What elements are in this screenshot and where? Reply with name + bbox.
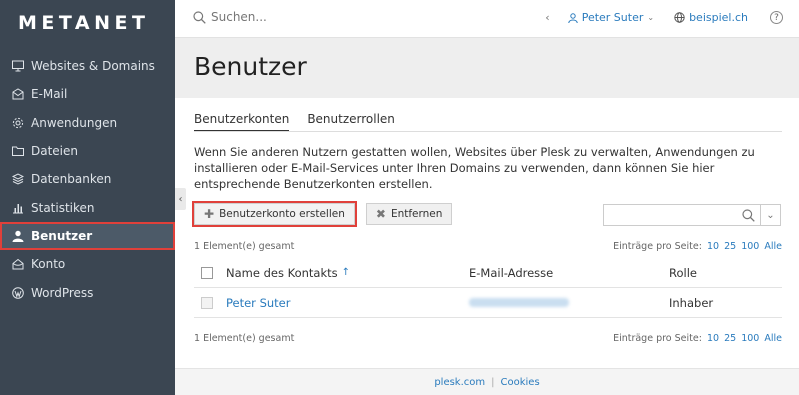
per-page-all[interactable]: Alle [764, 241, 782, 252]
sidebar-item-benutzer[interactable]: Benutzer [0, 221, 175, 251]
sidebar-item-label: Datenbanken [31, 172, 112, 187]
global-search[interactable]: Suchen... [193, 10, 267, 24]
sidebar: METANET Websites & Domains E-Mail Anwend… [0, 0, 175, 395]
per-page-label: Einträge pro Seite: [613, 241, 702, 252]
chevron-down-icon: ⌄ [766, 209, 775, 221]
per-page-100[interactable]: 100 [741, 241, 759, 252]
search-icon [193, 10, 206, 24]
per-page-100[interactable]: 100 [741, 333, 759, 344]
sidebar-item-label: E-Mail [31, 87, 68, 102]
per-page-10[interactable]: 10 [707, 333, 719, 344]
per-page-25[interactable]: 25 [724, 333, 736, 344]
tabs-divider [194, 131, 782, 132]
table-row: Peter Suter Inhaber [194, 288, 782, 318]
search-options-dropdown[interactable]: ⌄ [761, 204, 781, 226]
back-chevron-icon[interactable]: ‹ [545, 11, 549, 24]
item-count-top: 1 Element(e) gesamt [194, 241, 295, 252]
user-icon [12, 230, 24, 242]
main-content: Benutzerkonten Benutzerrollen Wenn Sie a… [175, 98, 799, 368]
per-page-bottom: Einträge pro Seite: 10 25 100 Alle [613, 333, 782, 344]
users-table: Name des Kontakts ↑ E-Mail-Adresse Rolle… [194, 258, 782, 318]
folder-icon [12, 145, 24, 157]
remove-label: Entfernen [390, 208, 443, 220]
bar-chart-icon [12, 202, 24, 214]
sidebar-item-label: Dateien [31, 144, 79, 159]
brand-logo[interactable]: METANET [18, 12, 149, 34]
sidebar-item-label: Anwendungen [31, 115, 118, 130]
domain-selector[interactable]: beispiel.ch [674, 11, 748, 24]
monitor-icon [12, 60, 24, 72]
search-icon [742, 209, 755, 222]
sidebar-item-label: WordPress [31, 285, 94, 300]
per-page-label: Einträge pro Seite: [613, 333, 702, 344]
domain-name: beispiel.ch [689, 11, 748, 24]
role-cell: Inhaber [669, 295, 714, 310]
table-header: Name des Kontakts ↑ E-Mail-Adresse Rolle [194, 258, 782, 288]
create-user-button[interactable]: ✚ Benutzerkonto erstellen [192, 201, 357, 227]
tab-benutzerrollen[interactable]: Benutzerrollen [307, 112, 395, 132]
list-toolbar: ✚ Benutzerkonto erstellen ✖ Entfernen [192, 201, 463, 227]
redacted-email [469, 297, 569, 307]
sidebar-item-anwendungen[interactable]: Anwendungen [0, 109, 175, 137]
create-user-label: Benutzerkonto erstellen [219, 208, 345, 220]
page-header: Benutzer [175, 38, 799, 98]
column-name-label[interactable]: Name des Kontakts [226, 266, 338, 280]
list-search-input[interactable] [603, 204, 761, 226]
page-description: Wenn Sie anderen Nutzern gestatten wolle… [194, 145, 755, 191]
sidebar-nav: Websites & Domains E-Mail Anwendungen Da… [0, 52, 175, 307]
sidebar-item-label: Statistiken [31, 200, 95, 215]
email-cell [469, 296, 669, 310]
database-icon [11, 173, 25, 185]
per-page-10[interactable]: 10 [707, 241, 719, 252]
sidebar-item-dateien[interactable]: Dateien [0, 137, 175, 165]
topbar-actions: ‹ Peter Suter ⌄ beispiel.ch ? [545, 11, 783, 24]
remove-button[interactable]: ✖ Entfernen [365, 203, 453, 225]
sidebar-item-label: Benutzer [31, 228, 93, 243]
column-email-header: E-Mail-Adresse [469, 265, 554, 280]
sort-asc-icon[interactable]: ↑ [342, 267, 350, 278]
help-icon[interactable]: ? [770, 11, 783, 24]
item-count-bottom: 1 Element(e) gesamt [194, 333, 295, 344]
footer-link-plesk[interactable]: plesk.com [434, 377, 485, 388]
gear-icon [12, 117, 24, 129]
tab-benutzerkonten[interactable]: Benutzerkonten [194, 112, 290, 132]
page-title: Benutzer [194, 52, 307, 81]
topbar: Suchen... ‹ Peter Suter ⌄ beispiel.ch ? [175, 0, 799, 38]
envelope-icon [12, 88, 24, 100]
wordpress-icon [12, 286, 24, 299]
search-placeholder: Suchen... [211, 10, 267, 24]
tab-bar: Benutzerkonten Benutzerrollen [194, 112, 413, 132]
sidebar-item-email[interactable]: E-Mail [0, 80, 175, 108]
globe-icon [674, 12, 685, 23]
user-name: Peter Suter [581, 11, 644, 24]
user-menu[interactable]: Peter Suter ⌄ [568, 11, 654, 24]
sidebar-item-statistiken[interactable]: Statistiken [0, 193, 175, 221]
sidebar-item-konto[interactable]: Konto [0, 250, 175, 278]
plus-icon: ✚ [204, 207, 215, 221]
house-icon [12, 258, 24, 270]
footer-link-cookies[interactable]: Cookies [501, 377, 540, 388]
column-name-header: Name des Kontakts ↑ [226, 266, 469, 280]
sidebar-item-label: Websites & Domains [31, 59, 155, 74]
column-role-header: Rolle [669, 265, 697, 280]
footer: plesk.com | Cookies [175, 368, 799, 395]
contact-name-link[interactable]: Peter Suter [226, 296, 469, 310]
per-page-all[interactable]: Alle [764, 333, 782, 344]
select-all-checkbox[interactable] [201, 266, 213, 279]
sidebar-item-label: Konto [31, 257, 66, 272]
sidebar-item-datenbanken[interactable]: Datenbanken [0, 165, 175, 193]
sidebar-item-websites-domains[interactable]: Websites & Domains [0, 52, 175, 80]
remove-icon: ✖ [375, 207, 386, 221]
chevron-down-icon: ⌄ [647, 13, 655, 22]
user-outline-icon [568, 12, 578, 23]
per-page-25[interactable]: 25 [724, 241, 736, 252]
sidebar-item-wordpress[interactable]: WordPress [0, 278, 175, 306]
per-page-top: Einträge pro Seite: 10 25 100 Alle [613, 241, 782, 252]
footer-separator: | [491, 376, 495, 388]
row-checkbox[interactable] [201, 296, 213, 309]
